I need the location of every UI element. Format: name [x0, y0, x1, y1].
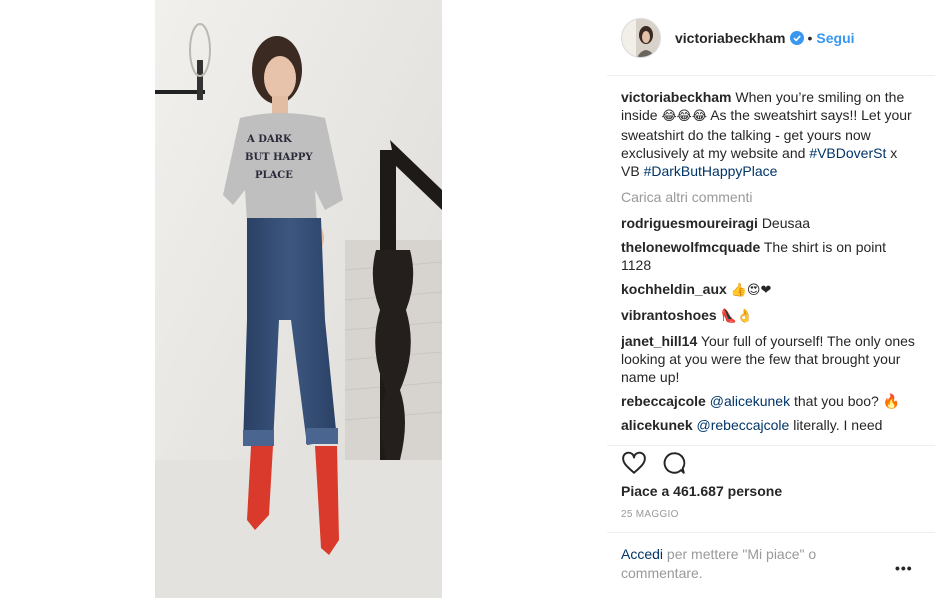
more-options-icon[interactable]: •••: [895, 560, 913, 576]
comment-text: 👍😍❤: [730, 283, 772, 298]
hashtag-vbdoverst[interactable]: #VBDoverSt: [809, 145, 886, 161]
comment-username[interactable]: alicekunek: [621, 417, 693, 433]
comment-item: kochheldin_aux 👍😍❤: [621, 280, 915, 300]
comment-item: rodriguesmoureiragi Deusaa: [621, 214, 915, 232]
avatar[interactable]: [621, 18, 661, 58]
header-divider: [607, 75, 935, 76]
comment-text: Deusaa: [761, 215, 811, 231]
post-actions: [621, 450, 687, 476]
comment-item: alicekunek @rebeccajcole literally. I ne…: [621, 416, 915, 434]
login-link[interactable]: Accedi: [621, 546, 663, 562]
svg-text:PLACE: PLACE: [255, 170, 293, 181]
comment-item: vibrantoshoes 👠👌: [621, 306, 915, 326]
likes-count[interactable]: Piace a 461.687 persone: [621, 483, 782, 499]
comment-username[interactable]: janet_hill14: [621, 333, 697, 349]
comment-username[interactable]: vibrantoshoes: [621, 307, 717, 323]
avatar-image: [622, 19, 660, 57]
caption-username[interactable]: victoriabeckham: [621, 89, 732, 105]
load-more-comments-button[interactable]: Carica altri commenti: [621, 188, 915, 206]
comment-mention[interactable]: @rebeccajcole: [697, 417, 790, 433]
comment-username[interactable]: thelonewolfmcquade: [621, 239, 760, 255]
post-photo-illustration: A DARK BUT HAPPY PLACE: [155, 0, 442, 598]
header-separator-dot: •: [807, 30, 813, 46]
comment-mention[interactable]: @alicekunek: [710, 393, 790, 409]
comment-icon[interactable]: [661, 450, 687, 476]
login-prompt: Accedi per mettere "Mi piace" o commenta…: [621, 545, 871, 583]
comment-item: rebeccajcole @alicekunek that you boo? 🔥: [621, 392, 915, 410]
comment-username[interactable]: rodriguesmoureiragi: [621, 215, 758, 231]
comment-username[interactable]: rebeccajcole: [621, 393, 706, 409]
heart-icon[interactable]: [621, 450, 647, 476]
follow-button[interactable]: Segui: [816, 30, 854, 46]
caption: victoriabeckham When you’re smiling on t…: [621, 88, 915, 180]
login-divider: [607, 532, 935, 533]
comment-text: literally. I need: [793, 417, 883, 433]
comment-item: janet_hill14 Your full of yourself! The …: [621, 332, 915, 386]
post-header: victoriabeckham • Segui: [621, 12, 909, 64]
comment-item: thelonewolfmcquade The shirt is on point…: [621, 238, 915, 274]
actions-divider: [607, 445, 935, 446]
svg-text:A DARK: A DARK: [246, 134, 292, 145]
verified-badge-icon: [789, 31, 804, 45]
comment-username[interactable]: kochheldin_aux: [621, 281, 727, 297]
post-photo[interactable]: A DARK BUT HAPPY PLACE: [155, 0, 442, 598]
comments-list[interactable]: victoriabeckham When you’re smiling on t…: [621, 88, 915, 441]
comment-text: that you boo? 🔥: [794, 393, 901, 409]
caption-emoji: 😂😂😂: [661, 109, 708, 124]
hashtag-darkbuthappyplace[interactable]: #DarkButHappyPlace: [644, 163, 778, 179]
post-side-panel: victoriabeckham • Segui victoriabeckham …: [607, 0, 935, 598]
comment-text: 👠👌: [720, 309, 753, 324]
header-username[interactable]: victoriabeckham: [675, 30, 786, 46]
svg-text:BUT HAPPY: BUT HAPPY: [245, 152, 313, 163]
post-date: 25 MAGGIO: [621, 509, 679, 520]
